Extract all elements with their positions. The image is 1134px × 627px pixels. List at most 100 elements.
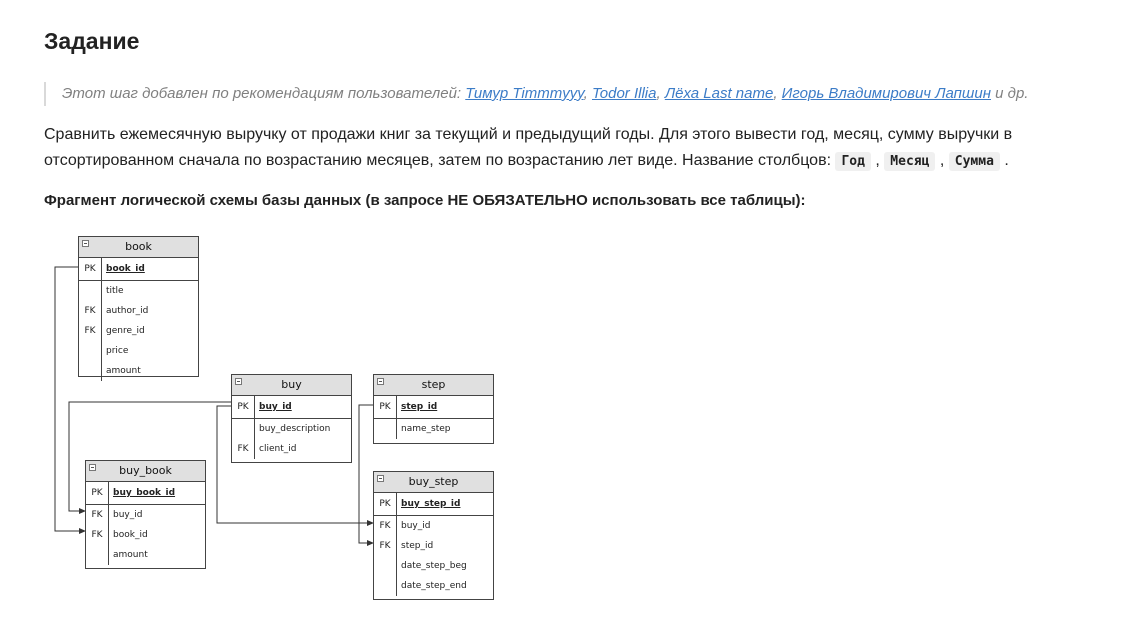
relation-step-buy-step xyxy=(358,404,374,546)
collapse-icon xyxy=(377,475,384,482)
key-marker: PK xyxy=(379,499,391,509)
table-name: buy_book xyxy=(119,464,172,477)
key-marker: FK xyxy=(237,444,249,454)
field-name: genre_id xyxy=(106,326,145,336)
field-row: FK client_id xyxy=(232,439,351,459)
key-marker xyxy=(374,419,396,439)
key-marker: PK xyxy=(91,488,103,498)
field-row: date_step_end xyxy=(374,576,493,596)
key-marker: PK xyxy=(379,402,391,412)
table-body: PK buy_id buy_description FK client_id xyxy=(232,396,351,459)
table-body: PK step_id name_step xyxy=(374,396,493,439)
collapse-icon xyxy=(377,378,384,385)
key-marker xyxy=(374,556,396,576)
description-end: . xyxy=(999,152,1009,169)
field-name: title xyxy=(106,286,124,296)
field-row: name_step xyxy=(374,419,493,439)
note-separator: , xyxy=(583,85,592,102)
table-name: buy xyxy=(281,378,302,391)
key-marker: FK xyxy=(84,326,96,336)
field-name: price xyxy=(106,346,129,356)
primary-key-row: PK step_id xyxy=(374,396,493,419)
table-body: PK buy_step_id FK buy_id FK step_id date_s… xyxy=(374,493,493,596)
column-separator: , xyxy=(870,152,885,169)
key-marker xyxy=(232,419,254,439)
key-marker: FK xyxy=(91,530,103,540)
field-name: buy_id xyxy=(259,402,292,412)
field-name: book_id xyxy=(113,530,148,540)
page-title: Задание xyxy=(44,28,140,54)
field-name: buy_id xyxy=(113,510,143,520)
field-row: title xyxy=(79,281,198,301)
table-name: step xyxy=(421,378,446,391)
column-name-code: Сумма xyxy=(948,152,1000,171)
key-marker xyxy=(79,281,101,301)
table-book: book PK book_id title FK author_id FK genr… xyxy=(78,236,199,381)
key-marker: PK xyxy=(84,264,96,274)
column-name-code: Месяц xyxy=(884,152,936,171)
table-header: buy_book xyxy=(86,461,205,482)
field-name: buy_description xyxy=(259,424,331,434)
field-row: amount xyxy=(79,361,198,381)
table-header: step xyxy=(374,375,493,396)
field-name: name_step xyxy=(401,424,451,434)
key-marker: FK xyxy=(84,306,96,316)
field-name: author_id xyxy=(106,306,149,316)
note-separator: , xyxy=(656,85,665,102)
column-separator: , xyxy=(935,152,949,169)
key-marker: FK xyxy=(91,510,103,520)
field-name: book_id xyxy=(106,264,145,274)
table-header: buy xyxy=(232,375,351,396)
field-name: step_id xyxy=(401,541,434,551)
user-link[interactable]: Тимур Timmmyyy xyxy=(465,85,583,102)
key-marker: FK xyxy=(379,541,391,551)
field-row: price xyxy=(79,341,198,361)
user-link[interactable]: Лёха Last name xyxy=(665,85,774,102)
table-header: book xyxy=(79,237,198,258)
table-header: buy_step xyxy=(374,472,493,493)
collapse-icon xyxy=(89,464,96,471)
key-marker: PK xyxy=(237,402,249,412)
task-description: Сравнить ежемесячную выручку от продажи … xyxy=(44,122,1104,175)
field-row: FK buy_id xyxy=(374,516,493,536)
field-row: FK genre_id xyxy=(79,321,198,341)
field-name: buy_id xyxy=(401,521,431,531)
field-row: FK author_id xyxy=(79,301,198,321)
collapse-icon xyxy=(82,240,89,247)
field-name: step_id xyxy=(401,402,438,412)
field-row: buy_description xyxy=(232,419,351,439)
primary-key-row: PK buy_book_id xyxy=(86,482,205,505)
field-name: date_step_end xyxy=(401,581,467,591)
table-buy-step: buy_step PK buy_step_id FK buy_id FK step_… xyxy=(373,471,494,600)
field-row: FK step_id xyxy=(374,536,493,556)
recommendation-note: Этот шаг добавлен по рекомендациям польз… xyxy=(44,82,1028,106)
field-name: amount xyxy=(113,550,148,560)
field-name: date_step_beg xyxy=(401,561,467,571)
user-link[interactable]: Игорь Владимирович Лапшин xyxy=(782,85,991,102)
field-row: FK buy_id xyxy=(86,505,205,525)
field-name: buy_book_id xyxy=(113,488,176,498)
table-buy: buy PK buy_id buy_description FK client_i… xyxy=(231,374,352,463)
table-buy-book: buy_book PK buy_book_id FK buy_id FK book_… xyxy=(85,460,206,569)
key-marker xyxy=(79,361,101,381)
key-marker: FK xyxy=(379,521,391,531)
schema-heading: Фрагмент логической схемы базы данных (в… xyxy=(44,192,806,209)
table-name: buy_step xyxy=(408,475,459,488)
column-name-code: Год xyxy=(835,152,871,171)
field-name: buy_step_id xyxy=(401,499,461,509)
table-name: book xyxy=(125,240,152,253)
table-body: PK buy_book_id FK buy_id FK book_id amount xyxy=(86,482,205,565)
key-marker xyxy=(79,341,101,361)
field-row: FK book_id xyxy=(86,525,205,545)
field-name: client_id xyxy=(259,444,297,454)
collapse-icon xyxy=(235,378,242,385)
note-prefix: Этот шаг добавлен по рекомендациям польз… xyxy=(62,85,466,102)
table-body: PK book_id title FK author_id FK genre_id … xyxy=(79,258,198,381)
primary-key-row: PK book_id xyxy=(79,258,198,281)
primary-key-row: PK buy_step_id xyxy=(374,493,493,516)
user-link[interactable]: Todor Illia xyxy=(592,85,656,102)
table-step: step PK step_id name_step xyxy=(373,374,494,444)
key-marker xyxy=(374,576,396,596)
primary-key-row: PK buy_id xyxy=(232,396,351,419)
field-row: date_step_beg xyxy=(374,556,493,576)
